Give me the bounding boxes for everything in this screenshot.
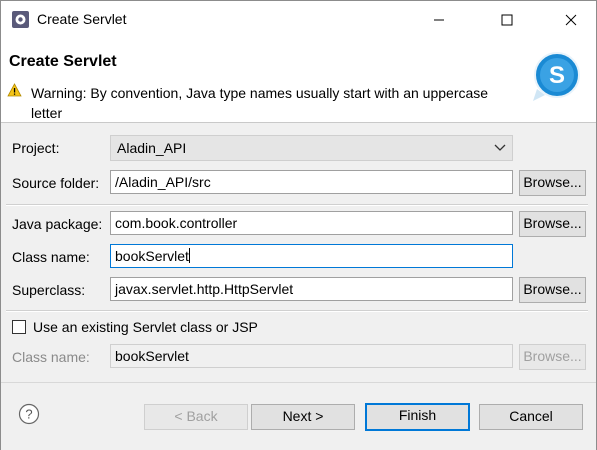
existing-class-name-label: Class name: [12,349,90,365]
warning-message: Warning: By convention, Java type names … [31,85,489,121]
existing-class-browse-button: Browse... [519,344,586,370]
wizard-banner: Create Servlet Warning: By convention, J… [1,39,596,123]
create-servlet-dialog: Create Servlet Create Servlet Warning: B… [0,0,597,450]
title-bar[interactable]: Create Servlet [1,1,596,39]
warning-icon [7,83,22,97]
maximize-button[interactable] [484,1,529,39]
existing-class-name-input: bookServlet [110,344,513,368]
close-button[interactable] [548,1,593,39]
superclass-label: Superclass: [12,282,86,298]
cancel-button[interactable]: Cancel [479,404,583,430]
project-combo[interactable]: Aladin_API [110,135,513,161]
class-name-value: bookServlet [115,248,189,264]
text-cursor [188,248,190,263]
separator [6,310,588,312]
chevron-down-icon [494,144,506,151]
java-package-browse-button[interactable]: Browse... [519,211,586,237]
source-folder-label: Source folder: [12,175,100,191]
java-package-input[interactable]: com.book.controller [110,211,513,235]
source-folder-input[interactable]: /Aladin_API/src [110,170,513,194]
next-button[interactable]: Next > [251,404,355,430]
finish-button[interactable]: Finish [365,403,470,431]
project-label: Project: [12,140,60,156]
class-name-label: Class name: [12,249,90,265]
class-name-input[interactable]: bookServlet [110,244,513,268]
superclass-input[interactable]: javax.servlet.http.HttpServlet [110,277,513,301]
close-icon [565,14,576,26]
use-existing-checkbox[interactable] [12,320,26,334]
minimize-icon [433,19,444,21]
window-title: Create Servlet [37,11,127,27]
separator [6,204,588,206]
java-package-label: Java package: [12,216,103,232]
superclass-browse-button[interactable]: Browse... [519,277,586,303]
back-button: < Back [144,404,248,430]
project-value: Aladin_API [117,140,187,156]
help-icon[interactable]: ? [18,403,40,425]
svg-text:S: S [549,62,565,89]
eclipse-gear-icon [12,11,29,28]
servlet-s-logo-icon: S [533,52,580,101]
source-folder-browse-button[interactable]: Browse... [519,170,586,196]
svg-text:?: ? [25,407,32,422]
banner-title: Create Servlet [9,53,117,70]
minimize-button[interactable] [416,1,461,39]
maximize-icon [501,14,512,26]
use-existing-label[interactable]: Use an existing Servlet class or JSP [33,319,258,335]
